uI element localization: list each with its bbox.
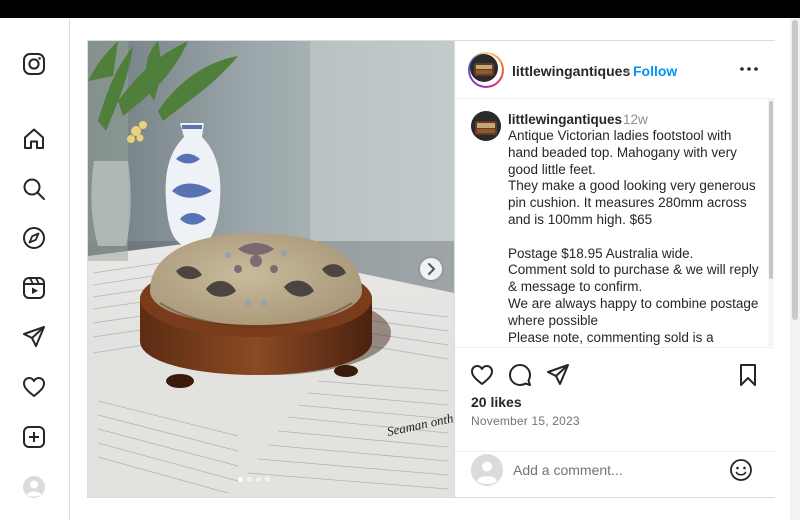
- like-button[interactable]: [469, 362, 495, 388]
- share-icon: [547, 364, 569, 385]
- chevron-right-icon: [428, 263, 435, 275]
- share-button[interactable]: [545, 362, 571, 388]
- carousel-dot-active: [238, 477, 243, 482]
- post-actions: 20 likes November 15, 2023: [455, 347, 775, 458]
- caption-line: where possible: [508, 312, 599, 328]
- window-top-bar: [0, 0, 800, 18]
- caption-line: and is 100mm high. $65: [508, 211, 653, 227]
- viewer-avatar: [471, 454, 503, 486]
- likes-count[interactable]: 20 likes: [471, 394, 522, 410]
- caption-username[interactable]: littlewingantiques: [508, 112, 622, 127]
- emoji-button[interactable]: [729, 458, 753, 482]
- carousel-dot: [256, 477, 261, 482]
- caption-line: [508, 229, 760, 246]
- profile-avatar-icon[interactable]: [21, 474, 47, 500]
- caption-author-avatar[interactable]: [471, 111, 501, 141]
- save-button[interactable]: [735, 362, 761, 388]
- page-scrollbar-thumb[interactable]: [792, 20, 798, 320]
- post-photo[interactable]: Seaman onth: [88, 41, 454, 497]
- post-dialog: Seaman onth littlewingantiques • Follow …: [87, 40, 775, 498]
- heart-icon: [471, 365, 493, 385]
- explore-compass-icon[interactable]: [21, 225, 47, 251]
- carousel-dot: [265, 477, 270, 482]
- separator-dot: •: [625, 63, 630, 79]
- caption-timestamp[interactable]: 12w: [623, 112, 648, 127]
- reels-icon[interactable]: [21, 275, 47, 301]
- more-options-button[interactable]: [737, 59, 761, 79]
- instagram-logo-icon[interactable]: [21, 51, 47, 77]
- post-date: November 15, 2023: [471, 414, 580, 428]
- follow-button[interactable]: Follow: [633, 63, 677, 79]
- caption-line: & message to confirm.: [508, 279, 643, 295]
- add-comment-input[interactable]: [513, 460, 713, 480]
- carousel-next-button[interactable]: [420, 258, 442, 280]
- comment-button[interactable]: [507, 362, 533, 388]
- more-options-icon: [740, 67, 758, 71]
- search-icon[interactable]: [21, 176, 47, 202]
- emoji-smile-icon: [730, 459, 752, 481]
- caption-scrollbar-thumb[interactable]: [769, 101, 773, 279]
- direct-messages-icon[interactable]: [21, 324, 47, 350]
- caption-line: Please note, commenting sold is a: [508, 329, 714, 345]
- caption-line: We are always happy to combine postage: [508, 295, 759, 311]
- caption-scrollbar[interactable]: [768, 99, 774, 346]
- post-header: littlewingantiques • Follow: [455, 41, 775, 99]
- home-icon[interactable]: [21, 126, 47, 152]
- caption-line: Antique Victorian ladies footstool with: [508, 128, 732, 143]
- caption-line: Comment sold to purchase & we will reply: [508, 262, 759, 278]
- create-plus-icon[interactable]: [21, 424, 47, 450]
- caption-text: Antique Victorian ladies footstool with …: [508, 128, 760, 346]
- caption-line: pin cushion. It measures 280mm across: [508, 195, 747, 211]
- caption-line: good little feet.: [508, 161, 596, 177]
- post-caption: littlewingantiques 12w Antique Victorian…: [455, 99, 775, 346]
- page-scrollbar[interactable]: [790, 18, 800, 520]
- author-avatar: [470, 54, 498, 82]
- caption-line: hand beaded top. Mahogany with very: [508, 144, 737, 160]
- bookmark-icon: [740, 364, 756, 386]
- comment-icon: [509, 364, 531, 386]
- notifications-heart-icon[interactable]: [21, 374, 47, 400]
- caption-line: They make a good looking very generous: [508, 178, 756, 194]
- post-side-panel: littlewingantiques • Follow littlewingan…: [454, 41, 775, 497]
- author-username[interactable]: littlewingantiques: [512, 63, 630, 79]
- sidebar-nav: [0, 18, 70, 520]
- carousel-dot: [247, 477, 252, 482]
- author-story-ring[interactable]: [468, 52, 504, 88]
- comment-bar: [455, 451, 775, 498]
- caption-line: Postage $18.95 Australia wide.: [508, 245, 694, 261]
